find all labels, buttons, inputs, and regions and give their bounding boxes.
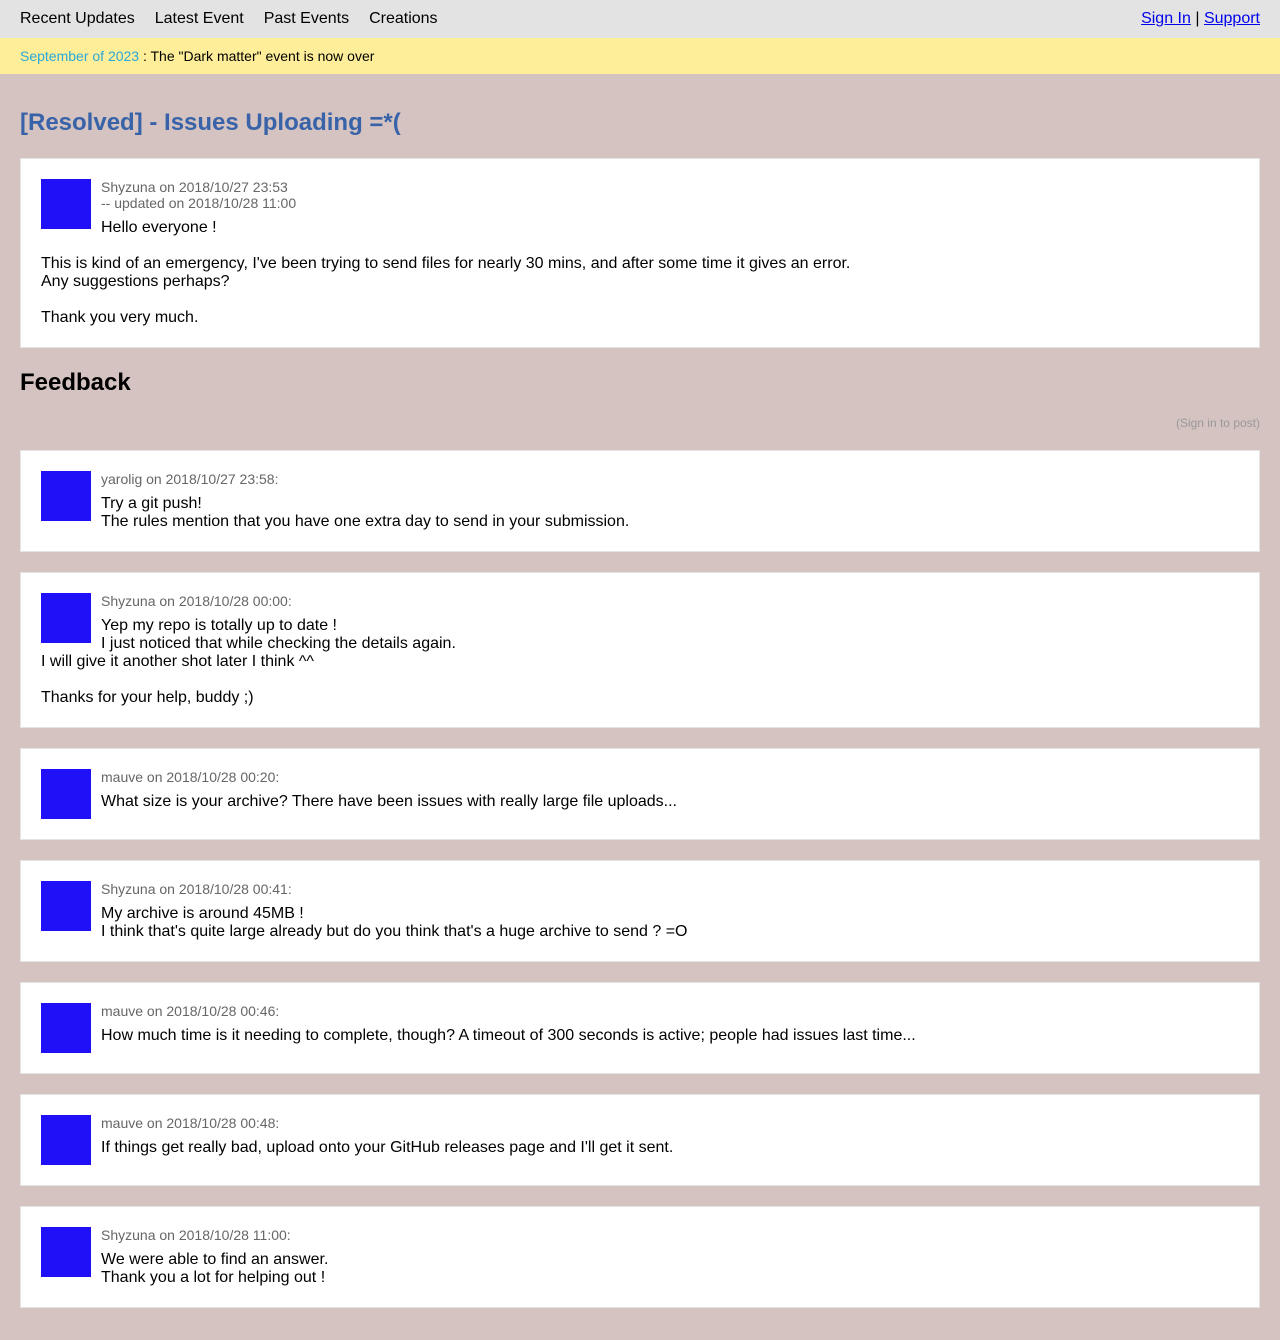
comment-meta: mauve on 2018/10/28 00:46:	[101, 1003, 280, 1019]
sign-in-link[interactable]: Sign In	[1141, 10, 1191, 27]
post-first-line: Hello everyone !	[101, 219, 217, 236]
page-title: [Resolved] - Issues Uploading =*(	[20, 109, 401, 136]
banner-text: : The "Dark matter" event is now over	[139, 48, 375, 64]
comment-meta: yarolig on 2018/10/27 23:58:	[101, 471, 279, 487]
comment-card: Shyzuna on 2018/10/28 00:00: Yep my repo …	[20, 572, 1260, 728]
post-header-text: Shyzuna on 2018/10/27 23:53 -- updated o…	[101, 179, 296, 237]
comment-text-line: Thanks for your help, buddy ;)	[41, 689, 254, 706]
comment-list: yarolig on 2018/10/27 23:58: Try a git pu…	[20, 450, 1260, 1308]
comment-paragraph: Thanks for your help, buddy ;)	[41, 689, 1239, 707]
comment-header: Shyzuna on 2018/10/28 00:00: Yep my repo …	[41, 593, 1239, 653]
post-text-line: This is kind of an emergency, I've been …	[41, 255, 851, 272]
comment-card: yarolig on 2018/10/27 23:58: Try a git pu…	[20, 450, 1260, 552]
comment-meta: mauve on 2018/10/28 00:48:	[101, 1115, 280, 1131]
avatar	[41, 881, 91, 931]
comment-text-line: If things get really bad, upload onto yo…	[101, 1139, 674, 1156]
comment-text-line: My archive is around 45MB !	[101, 905, 304, 922]
comment-header: mauve on 2018/10/28 00:48: If things get …	[41, 1115, 1239, 1165]
comment-header-text: Shyzuna on 2018/10/28 11:00: We were able…	[101, 1227, 328, 1287]
comment-meta: Shyzuna on 2018/10/28 00:41:	[101, 881, 292, 897]
avatar	[41, 179, 91, 229]
comment-card: Shyzuna on 2018/10/28 11:00: We were able…	[20, 1206, 1260, 1308]
comment-text-line: Thank you a lot for helping out !	[101, 1269, 326, 1286]
comment-header: Shyzuna on 2018/10/28 11:00: We were able…	[41, 1227, 1239, 1287]
main-content: [Resolved] - Issues Uploading =*( Shyzun…	[0, 108, 1280, 1308]
post-text-line: Any suggestions perhaps?	[41, 273, 230, 290]
comment-header: mauve on 2018/10/28 00:46: How much time …	[41, 1003, 1239, 1053]
comment-header-text: Shyzuna on 2018/10/28 00:41: My archive i…	[101, 881, 687, 941]
comment-text-line: The rules mention that you have one extr…	[101, 513, 630, 530]
nav-past-events[interactable]: Past Events	[264, 10, 349, 28]
comment-text-line: We were able to find an answer.	[101, 1251, 329, 1268]
nav-latest-event[interactable]: Latest Event	[155, 10, 244, 28]
comment-meta: Shyzuna on 2018/10/28 11:00:	[101, 1227, 291, 1243]
comment-text-line: Yep my repo is totally up to date !	[101, 617, 337, 634]
comment-text-line: What size is your archive? There have be…	[101, 793, 677, 810]
comment-header-text: mauve on 2018/10/28 00:20: What size is y…	[101, 769, 677, 819]
comment-meta: Shyzuna on 2018/10/28 00:00:	[101, 593, 292, 609]
account-links: Sign In | Support	[1141, 10, 1260, 28]
comment-header-text: Shyzuna on 2018/10/28 00:00: Yep my repo …	[101, 593, 456, 653]
post-meta-author: Shyzuna on 2018/10/27 23:53	[101, 179, 288, 195]
comment-card: Shyzuna on 2018/10/28 00:41: My archive i…	[20, 860, 1260, 962]
comment-text-line: Try a git push!	[101, 495, 202, 512]
announcement-banner: September of 2023 : The "Dark matter" ev…	[0, 38, 1280, 74]
nav-separator: |	[1195, 10, 1200, 27]
post-closing: Thank you very much.	[41, 309, 199, 326]
comment-header-text: mauve on 2018/10/28 00:46: How much time …	[101, 1003, 916, 1053]
avatar	[41, 593, 91, 643]
comment-header: yarolig on 2018/10/27 23:58: Try a git pu…	[41, 471, 1239, 531]
avatar	[41, 1003, 91, 1053]
comment-text-line: I think that's quite large already but d…	[101, 923, 688, 940]
comment-text-line: How much time is it needing to complete,…	[101, 1027, 916, 1044]
post-header: Shyzuna on 2018/10/27 23:53 -- updated o…	[41, 179, 1239, 237]
comment-header-text: yarolig on 2018/10/27 23:58: Try a git pu…	[101, 471, 629, 531]
original-post: Shyzuna on 2018/10/27 23:53 -- updated o…	[20, 158, 1260, 348]
avatar	[41, 1227, 91, 1277]
feedback-heading: Feedback	[20, 369, 131, 396]
comment-header: Shyzuna on 2018/10/28 00:41: My archive i…	[41, 881, 1239, 941]
comment-header: mauve on 2018/10/28 00:20: What size is y…	[41, 769, 1239, 819]
post-meta-updated: -- updated on 2018/10/28 11:00	[101, 195, 297, 211]
post-paragraph: This is kind of an emergency, I've been …	[41, 255, 1239, 291]
sign-in-to-post-note: (Sign in to post)	[1175, 416, 1260, 430]
avatar	[41, 1115, 91, 1165]
comment-card: mauve on 2018/10/28 00:46: How much time …	[20, 982, 1260, 1074]
comment-paragraph: I will give it another shot later I thin…	[41, 653, 1239, 671]
avatar	[41, 471, 91, 521]
comment-card: mauve on 2018/10/28 00:48: If things get …	[20, 1094, 1260, 1186]
banner-date: September of 2023	[20, 48, 140, 64]
top-navigation: Recent Updates Latest Event Past Events …	[0, 0, 1280, 38]
comment-meta: mauve on 2018/10/28 00:20:	[101, 769, 280, 785]
comment-card: mauve on 2018/10/28 00:20: What size is y…	[20, 748, 1260, 840]
comment-text-line: I just noticed that while checking the d…	[101, 635, 456, 652]
comment-header-text: mauve on 2018/10/28 00:48: If things get …	[101, 1115, 673, 1165]
avatar	[41, 769, 91, 819]
comment-text-line: I will give it another shot later I thin…	[41, 653, 314, 670]
nav-links: Recent Updates Latest Event Past Events …	[20, 10, 438, 28]
support-link[interactable]: Support	[1204, 10, 1260, 27]
nav-creations[interactable]: Creations	[369, 10, 437, 28]
nav-recent-updates[interactable]: Recent Updates	[20, 10, 135, 28]
